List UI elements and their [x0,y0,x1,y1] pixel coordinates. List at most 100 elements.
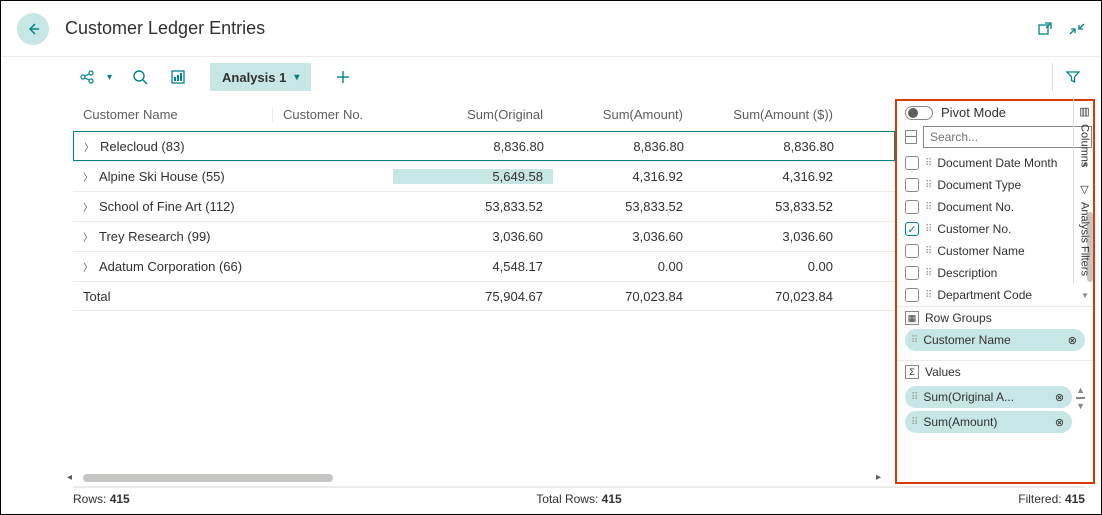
checkbox[interactable] [905,178,919,192]
chevron-down-icon[interactable]: ▾ [107,72,112,83]
pivot-mode-label: Pivot Mode [941,105,1006,120]
total-label: Total [73,289,273,304]
drag-handle-icon[interactable]: ⠿ [925,224,931,235]
value-pill[interactable]: ⠿ Sum(Amount) ⊗ [905,411,1072,433]
vtab-columns[interactable]: ▥ Columns [1073,97,1095,175]
checkbox[interactable] [905,266,919,280]
table-row[interactable]: 〉School of Fine Art (112)53,833.5253,833… [73,191,895,221]
checkbox[interactable] [905,156,919,170]
tab-label: Analysis 1 [222,70,286,85]
search-icon[interactable] [126,63,154,91]
column-option[interactable]: ⠿Description [905,262,1089,284]
row-amt2: 8,836.80 [694,139,844,154]
back-button[interactable] [17,13,49,45]
analyze-icon[interactable] [164,63,192,91]
drag-handle-icon[interactable]: ⠿ [925,268,931,279]
row-amt: 8,836.80 [554,139,694,154]
row-groups-title: Row Groups [925,311,992,325]
total-orig: 75,904.67 [393,289,553,304]
row-amt2: 3,036.60 [693,229,843,244]
column-label: Document No. [937,200,1014,214]
drag-handle-icon[interactable]: ⠿ [911,392,917,403]
row-orig: 3,036.60 [393,229,553,244]
pill-label: Sum(Original A... [923,390,1014,404]
rows-value: 415 [110,492,130,506]
total-amt: 70,023.84 [553,289,693,304]
col-header-no[interactable]: Customer No. [273,107,393,122]
row-amt: 4,316.92 [553,169,693,184]
row-orig: 8,836.80 [394,139,554,154]
checkbox[interactable] [905,200,919,214]
grid-header: Customer Name Customer No. Sum(Original … [73,97,895,131]
expand-icon[interactable]: 〉 [83,229,93,244]
funnel-icon: ▽ [1080,183,1088,196]
table-row[interactable]: 〉Relecloud (83)8,836.808,836.808,836.80 [73,131,895,161]
checkbox[interactable] [905,244,919,258]
row-amt: 3,036.60 [553,229,693,244]
sigma-icon: Σ [905,365,919,379]
column-search-input[interactable] [923,126,1092,148]
table-row[interactable]: 〉Adatum Corporation (66)4,548.170.000.00 [73,251,895,281]
column-label: Department Code [937,288,1032,302]
table-row[interactable]: 〉Alpine Ski House (55)5,649.584,316.924,… [73,161,895,191]
column-option[interactable]: ⠿ Document No. [905,196,1089,218]
collapse-all-icon[interactable]: ― [905,130,917,144]
expand-icon[interactable]: 〉 [83,169,93,184]
columns-icon: ▥ [1079,105,1089,118]
filter-icon[interactable] [1052,63,1081,91]
remove-icon[interactable]: ⊗ [1055,391,1064,404]
pill-label: Sum(Amount) [923,415,997,429]
row-name: School of Fine Art (112) [99,199,235,214]
table-row[interactable]: 〉Trey Research (99)3,036.603,036.603,036… [73,221,895,251]
col-header-name[interactable]: Customer Name [73,107,273,122]
analysis-tab[interactable]: Analysis 1 ▾ [210,63,311,91]
expand-icon[interactable]: 〉 [83,259,93,274]
col-header-orig[interactable]: Sum(Original [393,107,553,122]
column-label: Customer No. [937,222,1011,236]
add-tab-button[interactable] [329,63,357,91]
row-orig: 53,833.52 [393,199,553,214]
row-name: Relecloud (83) [100,139,185,154]
row-name: Trey Research (99) [99,229,211,244]
col-header-amt[interactable]: Sum(Amount) [553,107,693,122]
column-option[interactable]: ✓ ⠿ Customer No. [905,218,1089,240]
drag-handle-icon[interactable]: ⠿ [925,246,931,257]
drag-handle-icon[interactable]: ⠿ [925,158,931,169]
remove-icon[interactable]: ⊗ [1055,416,1064,429]
total-rows-value: 415 [602,492,622,506]
rows-label: Rows: [73,492,106,506]
column-option[interactable]: ⠿Document Date Month▲ [905,152,1089,174]
col-header-amt2[interactable]: Sum(Amount ($)) [693,107,843,122]
expand-icon[interactable]: 〉 [83,199,93,214]
toolbar: ▾ Analysis 1 ▾ [1,57,1101,97]
total-rows-label: Total Rows: [536,492,598,506]
pop-out-icon[interactable] [1037,21,1053,37]
share-icon[interactable] [73,63,101,91]
checkbox[interactable] [905,288,919,302]
chevron-down-icon[interactable]: ▾ [294,72,299,83]
column-option[interactable]: ⠿Document Type [905,174,1089,196]
drag-handle-icon[interactable]: ⠿ [925,290,931,301]
row-orig: 5,649.58 [393,169,553,184]
vertical-tabs: ▥ Columns ▽ Analysis Filters [1073,97,1095,486]
values-title: Values [925,365,961,379]
column-panel: Pivot Mode ― ⠿Document Date Month▲⠿Docum… [895,99,1095,484]
row-amt2: 4,316.92 [693,169,843,184]
row-group-pill[interactable]: ⠿Customer Name⊗ [905,329,1085,351]
horizontal-scrollbar[interactable]: ◂ ▸ [73,472,875,486]
collapse-icon[interactable] [1069,21,1085,37]
column-option[interactable]: ⠿ Customer Name [905,240,1089,262]
drag-handle-icon[interactable]: ⠿ [925,202,931,213]
checkbox[interactable]: ✓ [905,222,919,236]
expand-icon[interactable]: 〉 [84,139,94,154]
value-pill[interactable]: ⠿ Sum(Original A... ⊗ [905,386,1072,408]
drag-handle-icon[interactable]: ⠿ [911,335,917,346]
drag-handle-icon[interactable]: ⠿ [911,417,917,428]
drag-handle-icon[interactable]: ⠿ [925,180,931,191]
column-label: Customer Name [937,244,1024,258]
column-label: Document Date Month [937,156,1057,170]
row-orig: 4,548.17 [393,259,553,274]
vtab-filters[interactable]: ▽ Analysis Filters [1073,175,1095,284]
pivot-mode-toggle[interactable] [905,106,933,120]
column-option[interactable]: ⠿Department Code▼ [905,284,1089,306]
